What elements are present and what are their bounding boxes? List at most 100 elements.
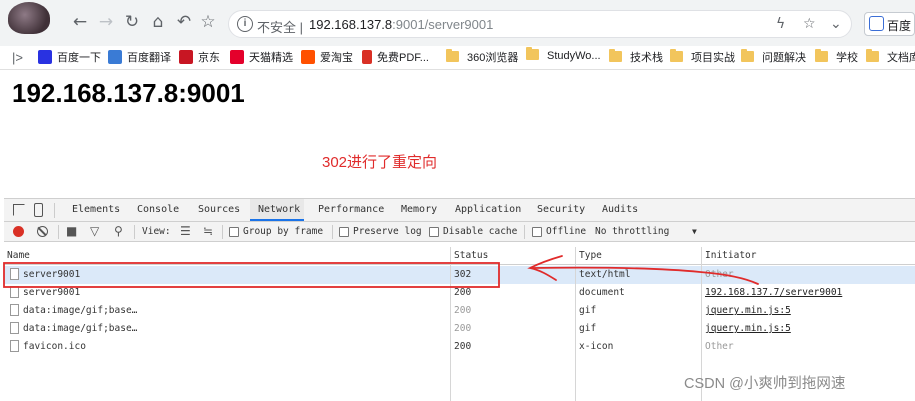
offline-label: Offline <box>546 226 587 237</box>
translate-icon <box>108 50 122 64</box>
divider <box>332 225 333 239</box>
record-icon[interactable] <box>13 226 24 237</box>
folder-icon <box>609 49 622 62</box>
bookmark-item[interactable]: 天猫精选 <box>230 49 293 67</box>
star-icon[interactable]: ☆ <box>198 12 218 32</box>
network-row[interactable]: data:image/gif;base… 200 gif jquery.min.… <box>4 302 915 320</box>
bookmark-folder[interactable]: 项目实战 <box>670 49 735 67</box>
bookmark-item[interactable]: 百度翻译 <box>108 49 171 67</box>
column-name[interactable]: Name <box>7 250 30 261</box>
tab-application[interactable]: Application <box>455 204 521 215</box>
offline-checkbox[interactable] <box>532 227 542 237</box>
folder-icon <box>446 49 459 62</box>
tab-audits[interactable]: Audits <box>602 204 638 215</box>
clear-icon[interactable] <box>37 226 48 237</box>
screenshot-camera-icon[interactable]: ■ <box>66 224 77 238</box>
home-icon[interactable]: ⌂ <box>148 12 168 32</box>
row-initiator-link[interactable]: jquery.min.js:5 <box>705 323 791 334</box>
jd-icon <box>179 50 193 64</box>
csdn-watermark: CSDN @小爽帅到拖网速 <box>684 376 846 392</box>
apps-icon[interactable]: |> <box>12 50 23 65</box>
tab-performance[interactable]: Performance <box>318 204 384 215</box>
divider <box>134 225 135 239</box>
document-icon <box>10 268 19 280</box>
row-name: data:image/gif;base… <box>23 305 138 316</box>
filter-icon[interactable]: ▽ <box>90 224 99 238</box>
tab-console[interactable]: Console <box>137 204 179 215</box>
chevron-down-icon[interactable]: ⌄ <box>830 16 842 32</box>
network-row[interactable]: favicon.ico 200 x-icon Other <box>4 338 915 356</box>
bookmark-item[interactable]: 京东 <box>179 49 220 67</box>
baidu-icon <box>869 16 884 31</box>
row-status: 200 <box>454 341 472 352</box>
row-type: document <box>579 287 625 298</box>
network-row-selected[interactable]: server9001 302 text/html Other <box>4 266 915 284</box>
profile-avatar[interactable] <box>8 2 50 34</box>
back-icon[interactable]: ← <box>70 12 90 32</box>
preserve-log-checkbox[interactable] <box>339 227 349 237</box>
group-by-frame-checkbox[interactable] <box>229 227 239 237</box>
redirect-annotation: 302进行了重定向 <box>322 154 438 171</box>
inspect-icon[interactable] <box>13 204 25 216</box>
bookmark-star-icon[interactable]: ☆ <box>803 16 816 32</box>
image-icon <box>10 322 19 334</box>
dropdown-arrow-icon[interactable]: ▼ <box>692 227 697 236</box>
bookmark-item[interactable]: 爱淘宝 <box>301 49 353 67</box>
disable-cache-checkbox[interactable] <box>429 227 439 237</box>
info-icon[interactable]: i <box>237 16 253 32</box>
bookmark-folder[interactable]: StudyWo... <box>526 47 601 67</box>
bookmark-folder[interactable]: 技术栈 <box>609 49 663 67</box>
row-initiator-link[interactable]: jquery.min.js:5 <box>705 305 791 316</box>
waterfall-icon[interactable]: ≒ <box>203 224 213 238</box>
divider <box>54 203 55 218</box>
extension-label: 百度 <box>887 19 912 33</box>
column-type[interactable]: Type <box>579 250 602 261</box>
lightning-icon[interactable]: ϟ <box>776 16 785 32</box>
search-icon[interactable]: ⚲ <box>114 224 123 238</box>
bookmark-folder[interactable]: 文档库 <box>866 49 915 67</box>
tab-network[interactable]: Network <box>258 204 300 215</box>
row-status: 200 <box>454 305 472 316</box>
active-tab-indicator <box>250 219 304 221</box>
bookmark-folder[interactable]: 学校 <box>815 49 858 67</box>
baidu-extension[interactable]: 百度 <box>864 12 915 36</box>
browser-toolbar: ← → ↻ ⌂ ↶ ☆ i 不安全 | 192.168.137.8:9001/s… <box>0 0 915 46</box>
bookmark-folder[interactable]: 360浏览器 <box>446 49 518 67</box>
row-type: gif <box>579 305 597 316</box>
document-icon <box>10 340 19 352</box>
tab-elements[interactable]: Elements <box>72 204 120 215</box>
device-toggle-icon[interactable] <box>34 203 43 217</box>
row-initiator-link[interactable]: 192.168.137.7/server9001 <box>705 287 842 298</box>
network-row[interactable]: server9001 200 document 192.168.137.7/se… <box>4 284 915 302</box>
bookmark-folder[interactable]: 问题解决 <box>741 49 806 67</box>
preserve-log-label: Preserve log <box>353 226 422 237</box>
bookmarks-bar: |> 百度一下 百度翻译 京东 天猫精选 爱淘宝 免费PDF... 360浏览器… <box>0 46 915 70</box>
column-status[interactable]: Status <box>454 250 488 261</box>
screenshot-root: ← → ↻ ⌂ ↶ ☆ i 不安全 | 192.168.137.8:9001/s… <box>0 0 915 401</box>
bookmark-item[interactable]: 百度一下 <box>38 49 101 67</box>
tmall-icon <box>230 50 244 64</box>
throttling-select[interactable]: No throttling <box>595 226 669 237</box>
tab-memory[interactable]: Memory <box>401 204 437 215</box>
forward-icon[interactable]: → <box>96 12 116 32</box>
group-by-frame-label: Group by frame <box>243 226 324 237</box>
network-row[interactable]: data:image/gif;base… 200 gif jquery.min.… <box>4 320 915 338</box>
row-status: 302 <box>454 269 472 280</box>
undo-icon[interactable]: ↶ <box>174 12 194 32</box>
image-icon <box>10 304 19 316</box>
baidu-paw-icon <box>38 50 52 64</box>
tab-sources[interactable]: Sources <box>198 204 240 215</box>
row-status: 200 <box>454 323 472 334</box>
bookmark-item[interactable]: 免费PDF... <box>362 49 429 67</box>
large-rows-icon[interactable]: ☰ <box>180 224 191 238</box>
devtools-tabbar: Elements Console Sources Network Perform… <box>4 199 915 222</box>
tab-security[interactable]: Security <box>537 204 585 215</box>
pdf-icon <box>362 50 372 64</box>
url-text[interactable]: 192.168.137.8:9001/server9001 <box>309 17 493 32</box>
divider <box>58 225 59 239</box>
row-name: favicon.ico <box>23 341 86 352</box>
row-type: text/html <box>579 269 631 280</box>
address-bar[interactable]: i 不安全 | 192.168.137.8:9001/server9001 ϟ … <box>228 10 852 38</box>
reload-icon[interactable]: ↻ <box>122 12 142 32</box>
column-initiator[interactable]: Initiator <box>705 250 756 261</box>
